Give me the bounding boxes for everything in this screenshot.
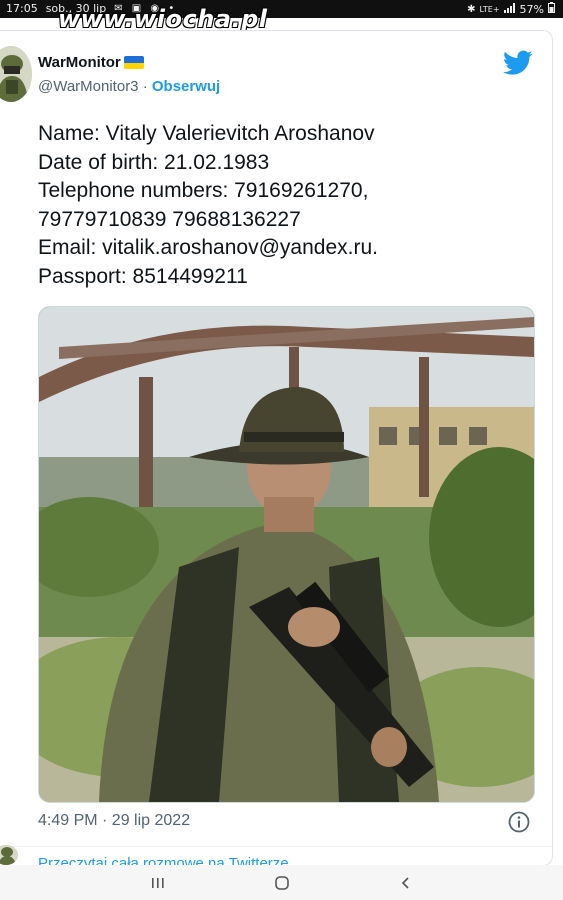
recents-icon	[151, 877, 164, 888]
read-conversation-link[interactable]: Przeczytaj całą rozmowę na Twitterze	[38, 855, 289, 865]
author-name[interactable]: WarMonitor	[38, 54, 121, 71]
battery-icon	[548, 2, 555, 16]
battery-percent: 57%	[519, 2, 544, 16]
bluetooth-icon: ✱	[467, 3, 476, 15]
network-type: LTE+	[479, 4, 500, 14]
handle-row: @WarMonitor3 · Obserwuj	[38, 78, 220, 95]
tweet-timestamp[interactable]: 4:49 PM · 29 lip 2022	[38, 812, 190, 830]
android-nav-bar	[0, 865, 563, 900]
home-icon	[274, 875, 289, 890]
handle-separator: ·	[138, 78, 152, 95]
home-button[interactable]	[220, 865, 344, 900]
follow-button[interactable]: Obserwuj	[152, 78, 220, 95]
ukraine-flag-icon	[123, 56, 144, 69]
signal-icon	[503, 2, 516, 16]
divider	[0, 846, 552, 847]
watermark: www.wiocha.pl	[58, 5, 268, 33]
status-time: 17:05	[6, 2, 38, 15]
twitter-bird-icon[interactable]	[503, 50, 533, 76]
soldier-photo	[39, 307, 534, 802]
tweet-text: Name: Vitaly Valerievitch Aroshanov Date…	[38, 122, 378, 288]
author-handle[interactable]: @WarMonitor3	[38, 78, 139, 95]
back-button[interactable]	[344, 865, 468, 900]
info-icon[interactable]	[508, 811, 530, 833]
tweet-media-photo[interactable]	[38, 306, 535, 803]
back-icon	[401, 876, 409, 889]
author-name-row[interactable]: WarMonitor	[38, 54, 144, 71]
recents-button[interactable]	[96, 865, 220, 900]
